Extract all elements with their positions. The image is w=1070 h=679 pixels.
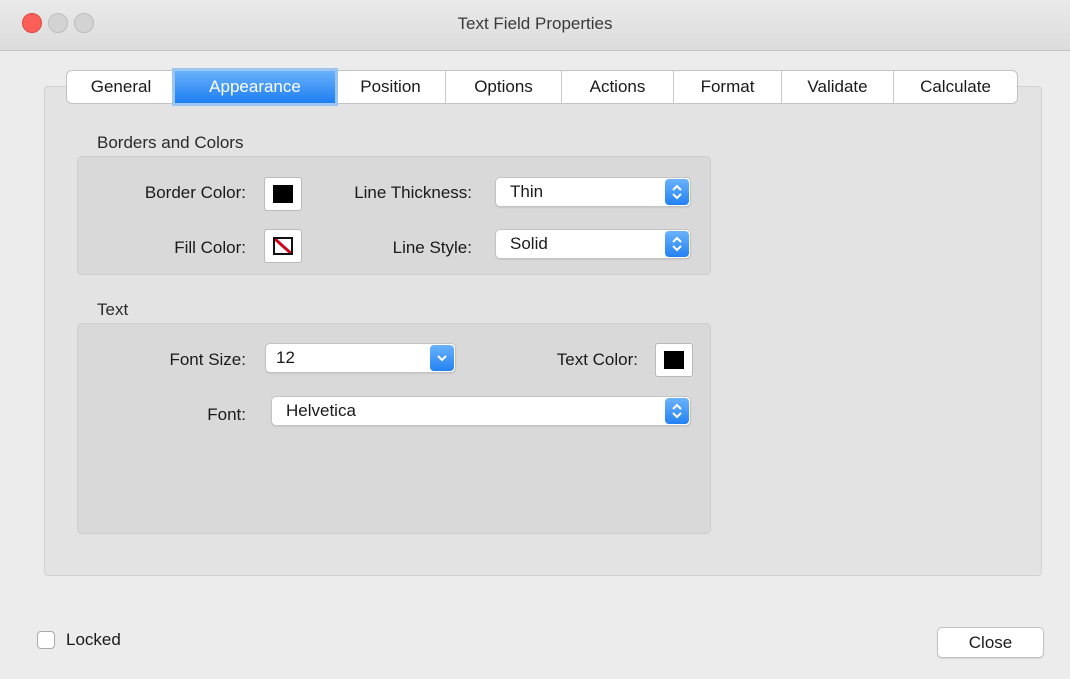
updown-chevron-icon [665,231,689,257]
tab-format[interactable]: Format [673,71,781,103]
text-color-label: Text Color: [556,350,638,369]
border-color-fill [273,185,293,203]
tab-bar: General Appearance Position Options Acti… [66,70,1018,104]
fill-color-swatch[interactable] [264,229,302,263]
close-button[interactable]: Close [937,627,1044,658]
tab-validate[interactable]: Validate [781,71,893,103]
tab-general[interactable]: General [67,71,175,103]
line-style-label: Line Style: [392,238,472,257]
font-value: Helvetica [286,401,356,420]
tab-calculate[interactable]: Calculate [893,71,1017,103]
text-color-fill [664,351,684,369]
line-thickness-label: Line Thickness: [354,183,472,202]
updown-chevron-icon [665,179,689,205]
font-label: Font: [207,405,246,424]
tab-position[interactable]: Position [335,71,445,103]
line-thickness-value: Thin [510,182,544,201]
borders-section-heading: Borders and Colors [97,133,244,152]
window-title: Text Field Properties [457,14,613,33]
line-style-select[interactable]: Solid [495,229,691,259]
line-style-value: Solid [510,234,548,253]
no-fill-icon [273,237,293,255]
tab-options[interactable]: Options [445,71,561,103]
border-color-label: Border Color: [144,183,246,202]
font-size-value: 12 [276,348,295,367]
line-thickness-select[interactable]: Thin [495,177,691,207]
chevron-down-icon[interactable] [430,345,454,371]
font-size-combobox[interactable]: 12 [265,343,456,373]
locked-checkbox[interactable] [37,631,55,649]
fill-color-label: Fill Color: [174,238,246,257]
text-color-swatch[interactable] [655,343,693,377]
font-select[interactable]: Helvetica [271,396,691,426]
tab-appearance[interactable]: Appearance [175,71,335,103]
locked-label[interactable]: Locked [66,630,121,650]
border-color-swatch[interactable] [264,177,302,211]
tab-actions[interactable]: Actions [561,71,673,103]
updown-chevron-icon [665,398,689,424]
text-section-heading: Text [97,300,129,319]
title-bar: Text Field Properties [0,0,1070,51]
font-size-label: Font Size: [169,350,246,369]
